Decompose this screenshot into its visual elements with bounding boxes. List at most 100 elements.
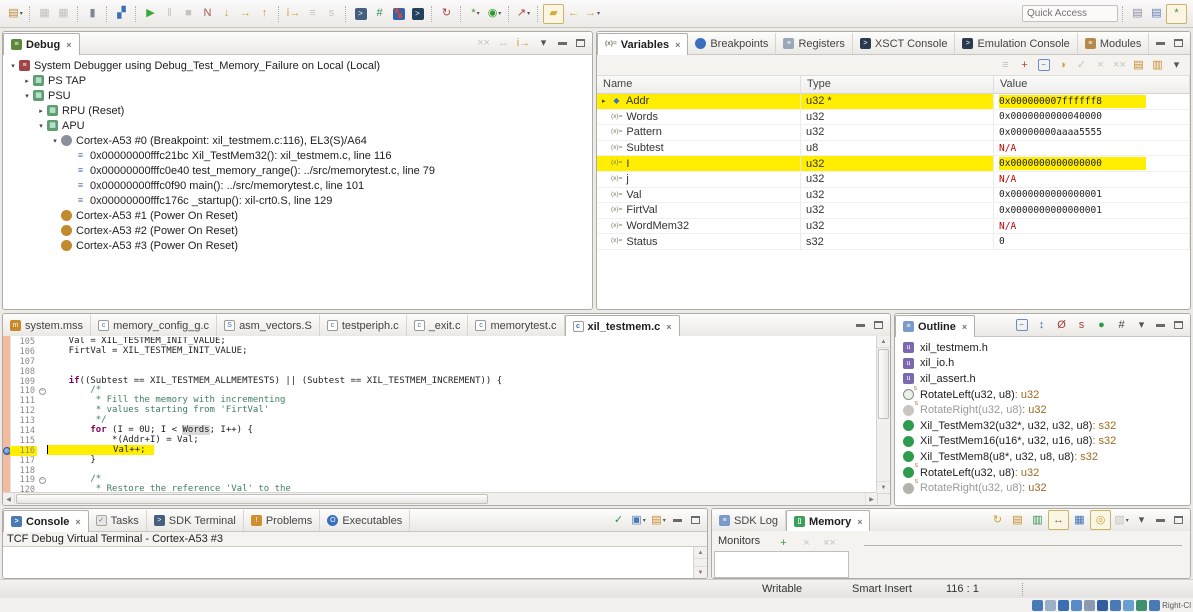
editor-horizontal-scrollbar[interactable]: ◀ ▶	[3, 492, 877, 505]
editor-tab-system-mss[interactable]: msystem.mss	[3, 315, 91, 336]
maximize-icon[interactable]	[576, 39, 585, 47]
columns-icon[interactable]: ▥	[1148, 56, 1167, 74]
hide-static-icon[interactable]: s	[1072, 316, 1091, 334]
editor-tab-testperiph-c[interactable]: ctestperiph.c	[320, 315, 407, 336]
new-monitor-tab-icon[interactable]: ▤	[1008, 511, 1027, 529]
debug-config-icon[interactable]: *▾	[466, 5, 485, 23]
console-output[interactable]: ▲ ▼	[3, 546, 707, 578]
column-header-value[interactable]: Value	[994, 76, 1190, 93]
minimize-icon[interactable]	[856, 324, 865, 327]
variables-tab-registers[interactable]: ≡Registers	[776, 33, 852, 54]
collapsed-arrow-icon[interactable]: ▸	[602, 97, 611, 105]
debug-tree-item[interactable]: ≡0x00000000fffc0e40 test_memory_range():…	[3, 163, 592, 178]
maximize-icon[interactable]	[1174, 39, 1183, 47]
cpp-perspective-icon[interactable]: ▤	[1147, 5, 1166, 23]
collapsed-arrow-icon[interactable]: ▸	[22, 77, 32, 85]
debug-tree-item[interactable]: ▾▦PSU	[3, 88, 592, 103]
xsct-icon[interactable]: #	[370, 5, 389, 23]
remove-all-icon[interactable]: ××	[1110, 56, 1129, 74]
step-return-icon[interactable]: ↑	[255, 5, 274, 23]
editor-tab-exit-c[interactable]: c_exit.c	[407, 315, 469, 336]
close-icon[interactable]: ×	[666, 322, 671, 332]
fold-marker-icon[interactable]: −	[37, 477, 47, 484]
console-scrollbar[interactable]: ▲ ▼	[693, 547, 707, 578]
more-icon[interactable]: ▧▾	[1112, 511, 1131, 529]
refresh-icon[interactable]: ↻	[988, 511, 1007, 529]
close-icon[interactable]: ×	[962, 322, 967, 332]
remove-all-monitors-icon[interactable]: ××	[820, 534, 839, 552]
suspend-icon[interactable]: ‖	[160, 5, 179, 23]
back-icon[interactable]: ←	[564, 5, 583, 23]
scroll-down-icon[interactable]: ▼	[877, 481, 890, 493]
debug-launch-tree[interactable]: ▾≡System Debugger using Debug_Test_Memor…	[3, 55, 592, 309]
code-line[interactable]: 116 Val++;	[10, 446, 877, 456]
remove-terminated-icon[interactable]: ××	[474, 34, 493, 52]
fold-marker-icon[interactable]: −	[37, 388, 47, 395]
debug-tree-item[interactable]: Cortex-A53 #3 (Power On Reset)	[3, 238, 592, 253]
resume-icon[interactable]: ▶	[141, 5, 160, 23]
launch-wand-icon[interactable]: ▞	[112, 5, 131, 23]
taskbar-app-icon-3[interactable]	[1058, 600, 1069, 611]
view-menu-icon[interactable]: ▾	[1132, 511, 1151, 529]
minimize-icon[interactable]	[1156, 519, 1165, 522]
variable-row-j[interactable]: (x)=ju32N/A	[597, 172, 1190, 188]
disconnect-icon[interactable]: N	[198, 5, 217, 23]
external-tools-icon[interactable]: ↗▾	[514, 5, 533, 23]
filters-icon[interactable]: #	[1112, 316, 1131, 334]
column-header-name[interactable]: Name	[597, 76, 801, 93]
editor-tab-asm-vectors-s[interactable]: Sasm_vectors.S	[217, 315, 320, 336]
outline-item[interactable]: SRotateLeft(u32, u8) : u32	[895, 465, 1190, 481]
restart-icon[interactable]: ↻	[437, 5, 456, 23]
split-toggle-icon[interactable]: ↔	[1048, 510, 1069, 530]
code-line[interactable]: 107	[10, 357, 877, 367]
debug-tree-item[interactable]: ≡0x00000000fffc176c _startup(): xil-crt0…	[3, 193, 592, 208]
quick-access-input[interactable]	[1022, 5, 1118, 22]
debug-tree-item[interactable]: Cortex-A53 #1 (Power On Reset)	[3, 208, 592, 223]
scroll-up-icon[interactable]: ▲	[877, 336, 890, 348]
collapse-all-icon[interactable]: −	[1012, 316, 1031, 334]
debug-tab-debug[interactable]: ≡Debug×	[3, 33, 80, 55]
code-line[interactable]: 117 }	[10, 456, 877, 466]
save-icon[interactable]: ▦	[35, 5, 54, 23]
variable-row-i[interactable]: (x)=Iu320x0000000000000000	[597, 156, 1190, 172]
minimize-icon[interactable]	[1156, 324, 1165, 327]
emulation-console-icon[interactable]: >	[408, 5, 427, 23]
step-granularity-icon[interactable]: i→	[284, 5, 303, 23]
forward-icon[interactable]: →▾	[583, 5, 602, 23]
close-icon[interactable]: ×	[75, 517, 80, 527]
taskbar-app-icon-2[interactable]	[1045, 600, 1056, 611]
minimize-icon[interactable]	[558, 42, 567, 45]
view-menu-icon[interactable]: ▾	[1167, 56, 1186, 74]
editor-tab-memorytest-c[interactable]: cmemorytest.c	[468, 315, 564, 336]
variables-tab-modules[interactable]: ≡Modules	[1078, 33, 1150, 54]
open-perspective-icon[interactable]: ▤	[1128, 5, 1147, 23]
cast-type-icon[interactable]: ◑	[1053, 56, 1072, 74]
variable-row-wordmem32[interactable]: (x)=WordMem32u32N/A	[597, 219, 1190, 235]
code-line[interactable]: 106 FirtVal = XIL_TESTMEM_INIT_VALUE;	[10, 347, 877, 357]
debug-tree-item[interactable]: ≡0x00000000fffc21bc Xil_TestMem32(): xil…	[3, 148, 592, 163]
debug-context-icon[interactable]: i→	[514, 34, 533, 52]
mark-occurrences-icon[interactable]: ▰	[543, 4, 564, 24]
debug-tree-item[interactable]: ▾≡System Debugger using Debug_Test_Memor…	[3, 58, 592, 73]
code-lines[interactable]: 105 Val = XIL_TESTMEM_INIT_VALUE;106 Fir…	[10, 337, 877, 493]
outline-item[interactable]: uxil_testmem.h	[895, 340, 1190, 356]
terminate-icon[interactable]: ■	[179, 5, 198, 23]
drop-to-frame-icon[interactable]: ≡	[303, 5, 322, 23]
code-editor[interactable]: 105 Val = XIL_TESTMEM_INIT_VALUE;106 Fir…	[3, 336, 890, 505]
variable-row-subtest[interactable]: (x)=Subtestu8N/A	[597, 141, 1190, 157]
variables-table[interactable]: ▸◆Addru32 *0x000000007ffffff8(x)=Wordsu3…	[597, 94, 1190, 250]
display-console-icon[interactable]: ▣▾	[629, 511, 648, 529]
variable-row-firtval[interactable]: (x)=FirtValu320x0000000000000001	[597, 203, 1190, 219]
expanded-arrow-icon[interactable]: ▾	[8, 62, 18, 70]
outline-item[interactable]: SRotateRight(u32, u8) : u32	[895, 402, 1190, 418]
outline-item[interactable]: Xil_TestMem32(u32*, u32, u32, u8) : s32	[895, 418, 1190, 434]
maximize-icon[interactable]	[1174, 321, 1183, 329]
view-menu-icon[interactable]: ▾	[1132, 316, 1151, 334]
close-icon[interactable]: ×	[675, 40, 680, 50]
remove-monitor-icon[interactable]: ×	[797, 534, 816, 552]
minimize-icon[interactable]	[673, 519, 682, 522]
run-config-icon[interactable]: ◉▾	[485, 5, 504, 23]
reconnect-icon[interactable]: ↔	[494, 34, 513, 52]
console-tab-console[interactable]: >Console×	[3, 510, 89, 532]
variable-row-pattern[interactable]: (x)=Patternu320x00000000aaaa5555	[597, 125, 1190, 141]
